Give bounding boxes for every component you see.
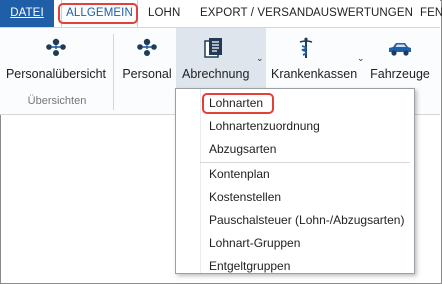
personal-button[interactable]: Personal [120,28,174,92]
tab-datei[interactable]: DATEI [0,0,54,27]
tab-auswertungen[interactable]: AUSWERTUNGEN [313,0,413,27]
menu-item-pauschalsteuer[interactable]: Pauschalsteuer (Lohn-/Abzugsarten) [176,209,414,232]
personal-label: Personal [122,67,172,81]
abrechnung-dropdown-menu: Lohnarten Lohnartenzuordnung Abzugsarten… [175,88,415,274]
krankenkassen-button[interactable]: Krankenkassen ⌄ [266,28,366,92]
highlight-box-allgemein [58,3,138,24]
tab-lohn[interactable]: LOHN [148,0,180,27]
people-group-icon [46,38,66,56]
menu-item-kontenplan[interactable]: Kontenplan [176,163,414,186]
krankenkassen-label: Krankenkassen [271,67,358,81]
menu-item-lohnartenzuordnung[interactable]: Lohnartenzuordnung [176,115,414,138]
car-icon [389,43,411,56]
abrechnung-label: Abrechnung [182,67,250,81]
documents-icon [204,38,222,58]
personaluebersicht-label: Personalübersicht [5,67,107,81]
fahrzeuge-button[interactable]: Fahrzeuge [370,28,430,92]
tab-export-versand[interactable]: EXPORT / VERSAND [200,0,314,27]
caduceus-icon [299,37,313,58]
fahrzeuge-label: Fahrzeuge [370,67,430,81]
menu-item-lohnart-gruppen[interactable]: Lohnart-Gruppen [176,232,414,255]
people-group-icon [137,38,157,56]
chevron-down-icon: ⌄ [256,53,264,63]
tab-datei-label: DATEI [10,7,44,19]
personaluebersicht-button[interactable]: Personalübersicht [4,28,108,92]
ribbon-group-label: Übersichten [27,95,87,107]
menu-item-entgeltgruppen[interactable]: Entgeltgruppen [176,255,414,278]
abrechnung-button[interactable]: Abrechnung ⌄ [176,28,266,90]
tab-fenster[interactable]: FEN [420,0,442,27]
menu-item-kostenstellen[interactable]: Kostenstellen [176,186,414,209]
menu-item-abzugsarten[interactable]: Abzugsarten [176,138,414,161]
chevron-down-icon: ⌄ [357,53,365,63]
menu-tab-bar: DATEI ALLGEMEIN LOHN EXPORT / VERSAND AU… [0,0,442,28]
highlight-box-lohnarten [202,93,274,114]
